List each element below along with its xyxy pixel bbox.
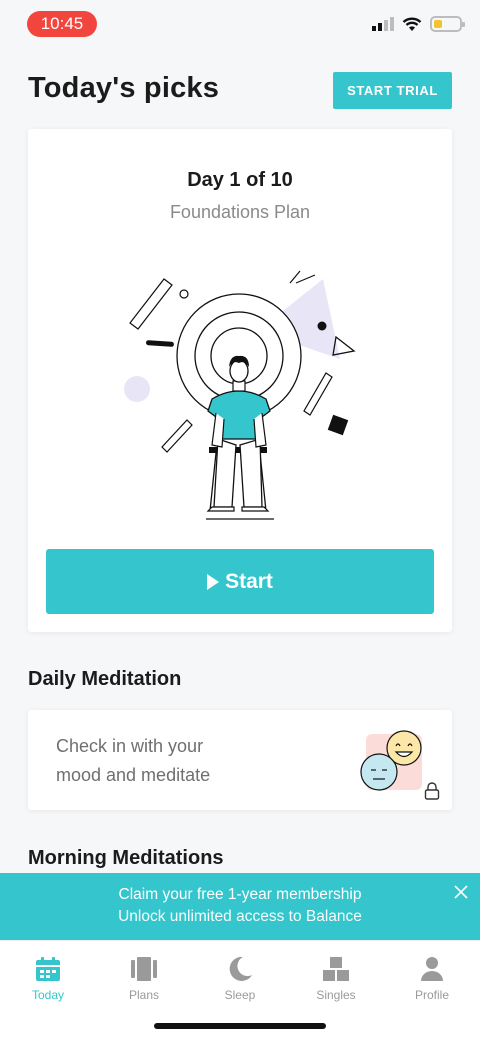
plans-icon [131,957,157,981]
calendar-icon [36,957,60,981]
daily-meditation-description: Check in with your mood and meditate [56,732,256,790]
close-icon[interactable] [450,881,472,903]
tab-label-plans: Plans [128,988,160,1002]
person-icon [421,957,443,981]
wifi-icon [402,17,422,31]
day-progress-label: Day 1 of 10 [187,169,293,191]
start-button[interactable]: Start [46,549,434,614]
membership-banner[interactable]: Claim your free 1-year membership Unlock… [0,873,480,940]
daily-description-line2: mood and meditate [56,765,211,785]
battery-icon [430,16,465,32]
status-icons [372,16,465,32]
meditation-illustration [124,270,356,520]
banner-subline: Unlock unlimited access to Balance [118,908,362,925]
banner-headline: Claim your free 1-year membership [118,886,362,903]
lock-icon [424,782,440,800]
status-bar: 10:45 [0,0,480,48]
home-indicator [154,1023,326,1029]
daily-meditation-card[interactable]: Check in with your mood and meditate [28,710,452,810]
tab-plans[interactable]: Plans [96,955,192,1002]
daily-description-line1: Check in with your [56,736,204,756]
start-button-label: Start [225,569,273,593]
mood-faces-icon [360,730,422,791]
blocks-icon [323,957,349,981]
play-icon [207,573,220,590]
tab-label-today: Today [31,988,65,1002]
tab-singles[interactable]: Singles [288,955,384,1002]
plan-name: Foundations Plan [169,202,311,222]
todays-pick-card[interactable]: Day 1 of 10 Foundations Plan Start [28,129,452,632]
moon-icon [229,956,252,981]
start-trial-button[interactable]: START TRIAL [333,72,452,109]
morning-meditations-title: Morning Meditations [28,847,224,869]
tab-sleep[interactable]: Sleep [192,955,288,1002]
status-time: 10:45 [27,11,97,37]
tab-profile[interactable]: Profile [384,955,480,1002]
tab-today[interactable]: Today [0,955,96,1002]
daily-meditation-title: Daily Meditation [28,668,182,690]
tab-label-sleep: Sleep [224,988,256,1002]
tab-label-profile: Profile [414,988,449,1002]
page-title: Today's picks [28,72,220,104]
signal-icon [372,17,394,31]
tab-label-singles: Singles [316,988,356,1002]
